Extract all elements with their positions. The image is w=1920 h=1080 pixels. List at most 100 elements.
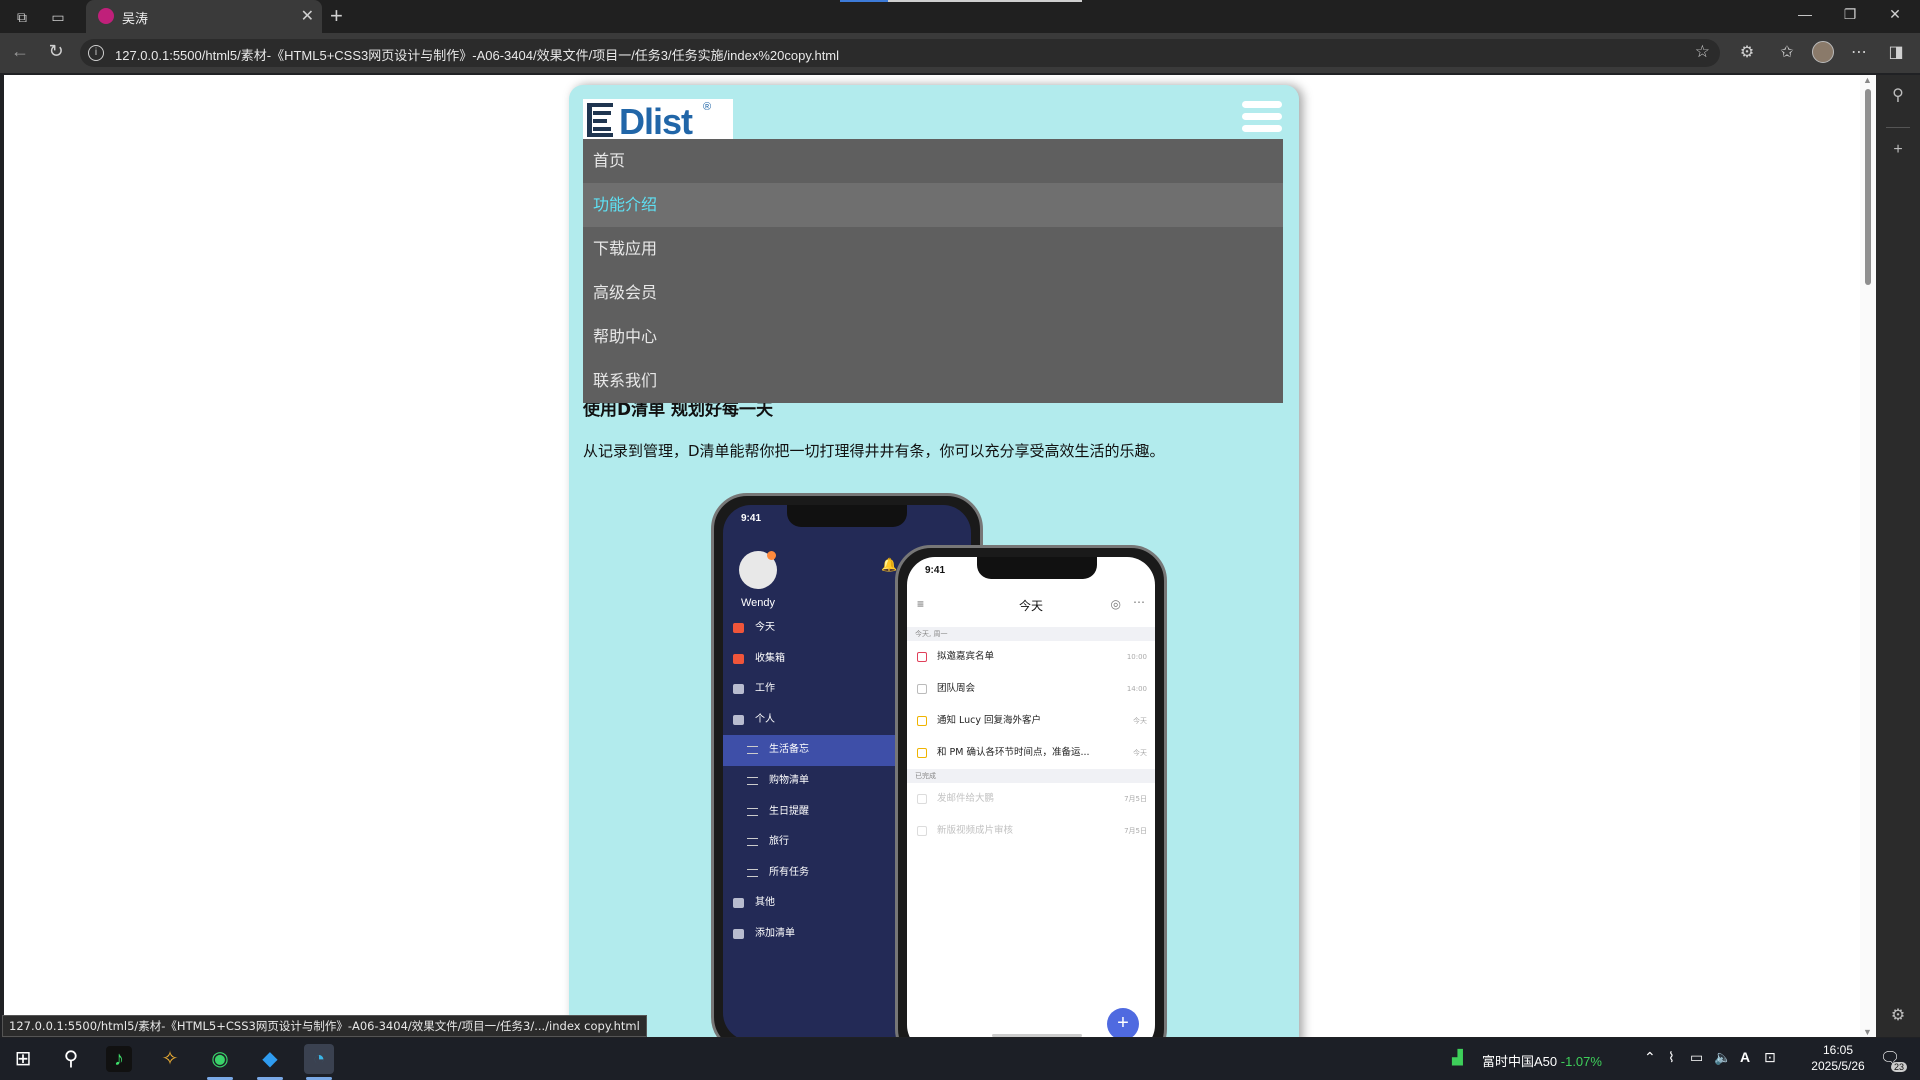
phone-list-item: 生活备忘 bbox=[723, 735, 895, 766]
search-icon[interactable]: ⚲ bbox=[56, 1044, 86, 1074]
tab-actions-icon[interactable]: ▭ bbox=[48, 7, 68, 27]
ime-indicator[interactable]: A bbox=[1740, 1049, 1750, 1065]
phone-list-label: 旅行 bbox=[769, 836, 789, 848]
list-lines-icon bbox=[747, 776, 758, 785]
add-icon[interactable]: + bbox=[1888, 141, 1908, 159]
folder-icon bbox=[733, 898, 744, 909]
music-app-icon[interactable]: ♪ bbox=[106, 1046, 132, 1072]
app-icon-2[interactable]: ✧ bbox=[155, 1044, 185, 1074]
volume-icon[interactable]: 🔈 bbox=[1714, 1049, 1731, 1066]
phone-list-item: 其他 bbox=[723, 888, 895, 919]
phone-header: ≡ 今天 ◎ ⋯ bbox=[907, 591, 1155, 621]
phone-list-label: 生日提醒 bbox=[769, 805, 809, 817]
more-dots-icon: ⋯ bbox=[1133, 595, 1145, 609]
task-time: 7月5日 bbox=[1124, 827, 1147, 835]
favorite-star-icon[interactable]: ☆ bbox=[1695, 42, 1710, 62]
menu-item[interactable]: 下载应用 bbox=[583, 227, 1283, 271]
chevron-up-icon[interactable]: ⌃ bbox=[1644, 1049, 1656, 1066]
phone-notch bbox=[787, 505, 907, 527]
phone-notch bbox=[977, 557, 1097, 579]
list-lines-icon bbox=[747, 868, 758, 877]
scrollbar-thumb[interactable] bbox=[1865, 89, 1871, 285]
phone-list-label: 个人 bbox=[755, 713, 775, 725]
settings-gear-icon[interactable]: ⚙ bbox=[1888, 1005, 1908, 1025]
dropdown-menu: 首页 功能介绍 下载应用 高级会员 帮助中心 联系我们 bbox=[583, 139, 1283, 403]
logo-mark-icon bbox=[587, 103, 613, 137]
sidebar-toggle-icon[interactable]: ◨ bbox=[1885, 42, 1907, 62]
task-label: 和 PM 确认各环节时间点，准备运... bbox=[937, 747, 1090, 758]
wechat-icon[interactable]: ◉ bbox=[205, 1044, 235, 1074]
task-label: 通知 Lucy 回复海外客户 bbox=[937, 715, 1042, 726]
task-row: 和 PM 确认各环节时间点，准备运... 今天 bbox=[907, 737, 1155, 769]
page-card: Dlist ® 使用D清单 规划好每一天 从记录到管理，D清单能帮你把一切打理得… bbox=[569, 85, 1299, 1037]
add-task-fab: + bbox=[1107, 1008, 1139, 1037]
tab-active[interactable]: 吴涛 ✕ bbox=[86, 0, 322, 33]
target-icon: ◎ bbox=[1110, 597, 1121, 611]
more-menu-icon[interactable]: ⋯ bbox=[1848, 42, 1870, 62]
menu-item[interactable]: 功能介绍 bbox=[583, 183, 1283, 227]
phone-list-label: 购物清单 bbox=[769, 774, 809, 786]
list-lines-icon bbox=[747, 838, 758, 847]
menu-item[interactable]: 高级会员 bbox=[583, 271, 1283, 315]
restore-icon[interactable]: ❐ bbox=[1835, 6, 1865, 23]
phone-list-label: 添加清单 bbox=[755, 927, 795, 939]
hero-description: 从记录到管理，D清单能帮你把一切打理得井井有条，你可以充分享受高效生活的乐趣。 bbox=[583, 442, 1165, 460]
task-section-header: 已完成 bbox=[907, 769, 1155, 783]
bell-icon: 🔔 bbox=[881, 557, 898, 572]
edge-browser-icon[interactable]: ◔ bbox=[304, 1044, 334, 1074]
phone-mockup-right: 9:41 ≡ 今天 ◎ ⋯ 今天, 周一 拟邀嘉宾名单 10:00 团队周会 14:00… bbox=[895, 545, 1167, 1037]
refresh-icon[interactable]: ↻ bbox=[44, 41, 68, 62]
phone-list-item: 个人 bbox=[723, 705, 895, 736]
minimize-icon[interactable]: — bbox=[1790, 6, 1820, 22]
url-field[interactable]: i 127.0.0.1:5500/html5/素材-《HTML5+CSS3网页设… bbox=[80, 39, 1720, 67]
menu-item[interactable]: 帮助中心 bbox=[583, 315, 1283, 359]
page-viewport: Dlist ® 使用D清单 规划好每一天 从记录到管理，D清单能帮你把一切打理得… bbox=[4, 75, 1876, 1037]
profile-avatar[interactable] bbox=[1812, 41, 1834, 63]
phone-list-item: 旅行 bbox=[723, 827, 895, 858]
windows-start-icon[interactable]: ⊞ bbox=[8, 1044, 38, 1074]
menu-item[interactable]: 首页 bbox=[583, 139, 1283, 183]
task-list: 今天, 周一 拟邀嘉宾名单 10:00 团队周会 14:00 通知 Lucy 回复海外客户… bbox=[907, 627, 1155, 847]
network-icon[interactable]: ⌇ bbox=[1668, 1049, 1675, 1066]
hamburger-menu-icon[interactable] bbox=[1242, 101, 1282, 139]
ime-mode-icon[interactable]: ⊡ bbox=[1764, 1049, 1776, 1066]
task-label: 团队周会 bbox=[937, 683, 976, 694]
favorites-icon[interactable]: ✩ bbox=[1776, 42, 1798, 62]
site-info-icon[interactable]: i bbox=[88, 45, 104, 61]
stock-name: 富时中国A50 bbox=[1482, 1054, 1558, 1069]
task-section-header: 今天, 周一 bbox=[907, 627, 1155, 641]
vscode-icon[interactable]: ◆ bbox=[255, 1044, 285, 1074]
stock-widget[interactable]: 富时中国A50 -1.07% bbox=[1482, 1051, 1602, 1070]
back-icon[interactable]: ← bbox=[8, 41, 32, 62]
phone-list-item: 添加清单 bbox=[723, 919, 895, 950]
vertical-scrollbar[interactable]: ▲ ▼ bbox=[1860, 75, 1876, 1037]
scroll-down-icon[interactable]: ▼ bbox=[1863, 1027, 1872, 1037]
phone-time: 9:41 bbox=[925, 565, 946, 576]
folder-icon bbox=[733, 653, 744, 664]
clock[interactable]: 16:05 2025/5/26 bbox=[1798, 1042, 1878, 1074]
logo-registered: ® bbox=[703, 101, 712, 113]
new-tab-icon[interactable]: + bbox=[330, 3, 343, 29]
phone-list-label: 其他 bbox=[755, 897, 775, 909]
checkbox-icon bbox=[917, 684, 927, 694]
logo[interactable]: Dlist ® bbox=[583, 99, 733, 142]
edge-side-panel: ⚲ + ⚙ bbox=[1876, 75, 1920, 1037]
extensions-icon[interactable]: ⚙ bbox=[1736, 42, 1758, 62]
close-window-icon[interactable]: ✕ bbox=[1880, 6, 1910, 23]
workspaces-icon[interactable]: ⧉ bbox=[12, 7, 32, 27]
task-row: 发邮件给大鹏 7月5日 bbox=[907, 783, 1155, 815]
phone-list-label: 所有任务 bbox=[769, 866, 809, 878]
scroll-up-icon[interactable]: ▲ bbox=[1863, 75, 1872, 85]
menu-item[interactable]: 联系我们 bbox=[583, 359, 1283, 403]
clock-date: 2025/5/26 bbox=[1811, 1059, 1865, 1073]
battery-icon[interactable]: ▭ bbox=[1690, 1049, 1703, 1066]
url-text[interactable]: 127.0.0.1:5500/html5/素材-《HTML5+CSS3网页设计与… bbox=[115, 45, 839, 64]
phone-sidebar-list: 今天 收集箱 工作 个人 生活备忘 购物清单 生日提醒 旅行 所有任务 其他 添加清单 bbox=[723, 613, 895, 950]
search-icon[interactable]: ⚲ bbox=[1888, 85, 1908, 105]
phone-list-item: 工作 bbox=[723, 674, 895, 705]
address-bar: ← ↻ i 127.0.0.1:5500/html5/素材-《HTML5+CSS… bbox=[0, 33, 1920, 73]
checked-box-icon bbox=[917, 826, 927, 836]
task-label: 拟邀嘉宾名单 bbox=[937, 651, 995, 662]
close-tab-icon[interactable]: ✕ bbox=[301, 6, 314, 26]
task-time: 14:00 bbox=[1126, 685, 1147, 693]
